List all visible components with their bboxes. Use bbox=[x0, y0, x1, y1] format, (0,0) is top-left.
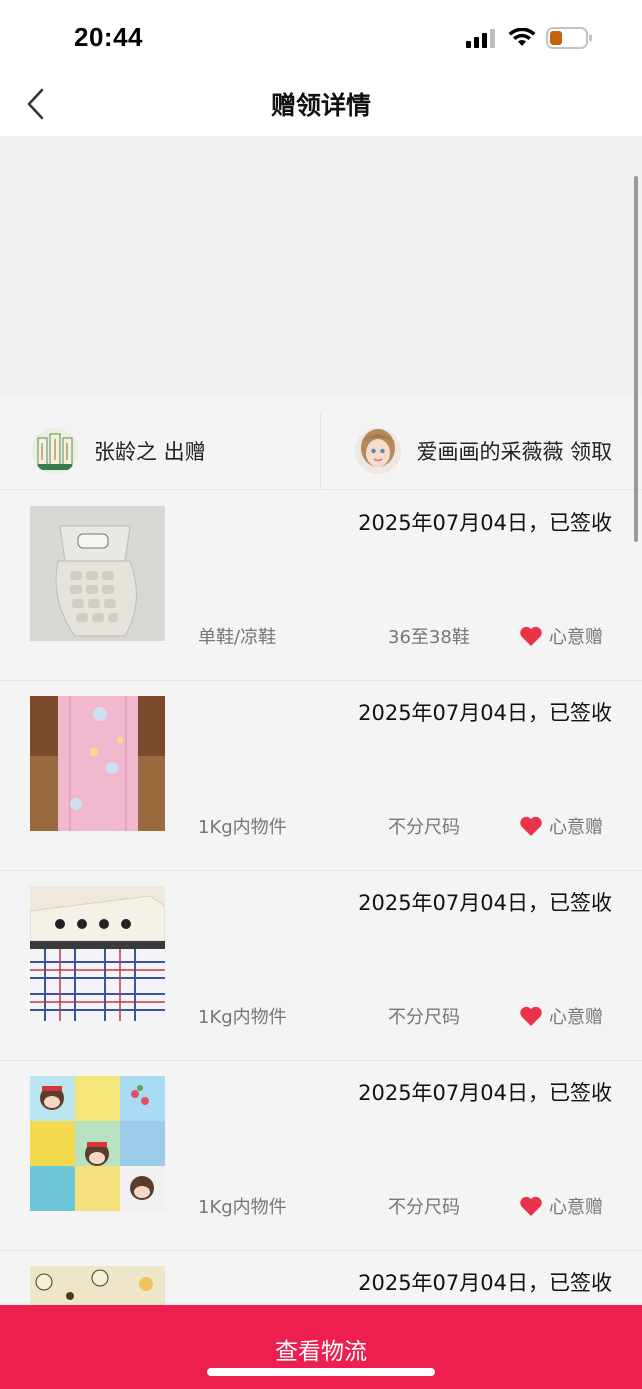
signal-icon bbox=[466, 29, 495, 48]
gift-type-label: 心意赠 bbox=[549, 627, 603, 648]
list-item[interactable]: 2025年07月04日，已签收 1Kg内物件 不分尺码 心意赠 bbox=[0, 871, 642, 1061]
heart-icon bbox=[520, 1006, 542, 1026]
status-icons bbox=[466, 26, 594, 50]
gift-type-label: 心意赠 bbox=[549, 1197, 603, 1218]
item-status-date: 2025年07月04日，已签收 bbox=[358, 511, 612, 535]
item-thumbnail bbox=[30, 696, 165, 831]
view-logistics-button[interactable]: 查看物流 bbox=[0, 1305, 642, 1389]
item-size: 不分尺码 bbox=[388, 1007, 460, 1028]
item-thumbnail bbox=[30, 1076, 165, 1211]
giver-label: 张龄之 出赠 bbox=[94, 439, 206, 464]
item-category: 1Kg内物件 bbox=[198, 1007, 287, 1028]
receiver-label: 爱画画的采薇薇 领取 bbox=[416, 439, 613, 464]
item-size: 不分尺码 bbox=[388, 1197, 460, 1218]
receiver-info[interactable]: 爱画画的采薇薇 领取 bbox=[319, 412, 642, 489]
status-bar: 20:44 bbox=[0, 0, 642, 72]
wifi-icon bbox=[508, 28, 536, 46]
list-item[interactable]: 2025年07月04日，已签收 1Kg内物件 不分尺码 心意赠 bbox=[0, 1061, 642, 1251]
item-status-date: 2025年07月04日，已签收 bbox=[358, 1271, 612, 1295]
item-status-date: 2025年07月04日，已签收 bbox=[358, 891, 612, 915]
item-status-date: 2025年07月04日，已签收 bbox=[358, 701, 612, 725]
gift-item-list: 2025年07月04日，已签收 单鞋/凉鞋 36至38鞋 心意赠 2025年07… bbox=[0, 491, 642, 1389]
status-time: 20:44 bbox=[74, 22, 143, 52]
item-category: 1Kg内物件 bbox=[198, 817, 287, 838]
home-indicator bbox=[207, 1368, 435, 1376]
item-size: 36至38鞋 bbox=[388, 627, 470, 648]
battery-icon bbox=[546, 27, 592, 49]
giver-avatar bbox=[32, 427, 78, 474]
banner-area bbox=[0, 136, 642, 395]
item-thumbnail bbox=[30, 506, 165, 641]
giver-info[interactable]: 张龄之 出赠 bbox=[0, 412, 320, 489]
gift-type-label: 心意赠 bbox=[549, 1007, 603, 1028]
heart-icon bbox=[520, 816, 542, 836]
list-item[interactable]: 2025年07月04日，已签收 单鞋/凉鞋 36至38鞋 心意赠 bbox=[0, 491, 642, 681]
item-gift-type: 心意赠 bbox=[519, 813, 603, 839]
gift-type-label: 心意赠 bbox=[549, 817, 603, 838]
item-status-date: 2025年07月04日，已签收 bbox=[358, 1081, 612, 1105]
heart-icon bbox=[520, 1196, 542, 1216]
item-thumbnail bbox=[30, 886, 165, 1021]
parties-row: 张龄之 出赠 爱画画的采薇薇 领取 bbox=[0, 412, 642, 490]
nav-bar: 赠领详情 bbox=[0, 72, 642, 136]
item-category: 单鞋/凉鞋 bbox=[198, 627, 277, 648]
page-title: 赠领详情 bbox=[270, 91, 371, 120]
list-item[interactable]: 2025年07月04日，已签收 1Kg内物件 不分尺码 心意赠 bbox=[0, 681, 642, 871]
receiver-avatar bbox=[354, 427, 401, 474]
item-gift-type: 心意赠 bbox=[519, 1003, 603, 1029]
scrollbar[interactable] bbox=[634, 176, 638, 542]
heart-icon bbox=[520, 626, 542, 646]
item-category: 1Kg内物件 bbox=[198, 1197, 287, 1218]
item-gift-type: 心意赠 bbox=[519, 1193, 603, 1219]
item-gift-type: 心意赠 bbox=[519, 623, 603, 649]
item-size: 不分尺码 bbox=[388, 817, 460, 838]
